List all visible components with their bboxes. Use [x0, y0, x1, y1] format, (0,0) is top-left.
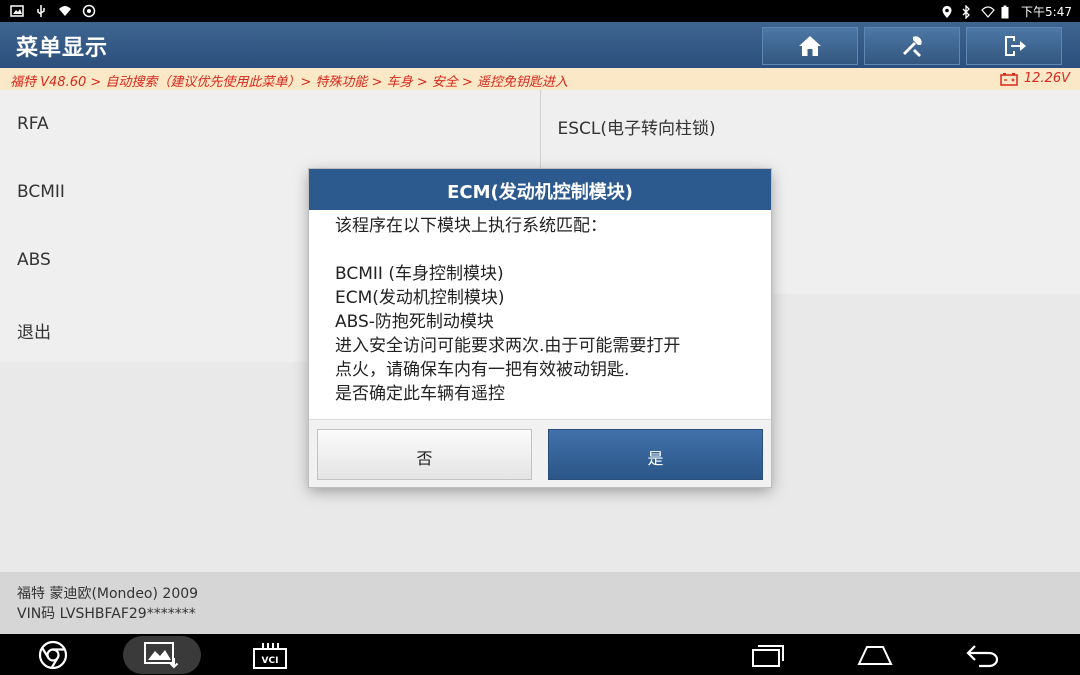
dialog-line: 进入安全访问可能要求两次.由于可能需要打开 — [335, 336, 681, 356]
dialog-message: 该程序在以下模块上执行系统匹配： BCMII (车身控制模块) ECM(发动机控… — [309, 210, 771, 420]
no-button[interactable]: 否 — [317, 429, 532, 480]
modal-overlay: ECM(发动机控制模块) 该程序在以下模块上执行系统匹配： BCMII (车身控… — [0, 0, 1080, 675]
dialog-line: 是否确定此车辆有遥控 — [335, 384, 505, 404]
dialog-line-blank — [335, 238, 751, 262]
yes-button[interactable]: 是 — [548, 429, 763, 480]
dialog-line: ECM(发动机控制模块) — [335, 288, 505, 308]
dialog-title: ECM(发动机控制模块) — [309, 169, 771, 210]
confirm-dialog: ECM(发动机控制模块) 该程序在以下模块上执行系统匹配： BCMII (车身控… — [309, 169, 771, 487]
dialog-line: BCMII (车身控制模块) — [335, 264, 504, 284]
dialog-line: 点火，请确保车内有一把有效被动钥匙. — [335, 360, 630, 380]
dialog-line: ABS-防抱死制动模块 — [335, 312, 494, 332]
dialog-line: 该程序在以下模块上执行系统匹配： — [335, 216, 607, 236]
dialog-footer: 否 是 — [309, 419, 771, 487]
